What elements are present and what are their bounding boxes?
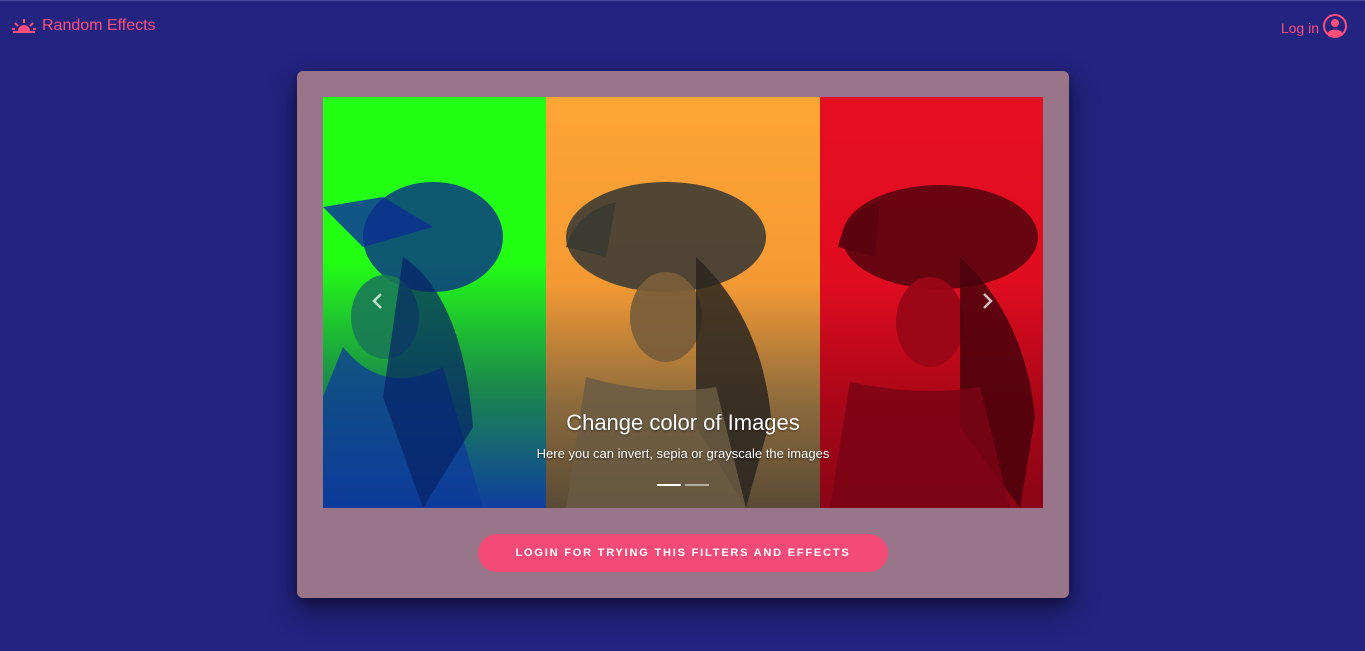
login-link[interactable]: Log in <box>1281 14 1347 41</box>
slide-caption-title: Change color of Images <box>566 410 800 435</box>
carousel-indicators <box>657 484 709 486</box>
image-carousel: Change color of Images Here you can inve… <box>323 97 1043 508</box>
sunrise-icon <box>12 18 36 34</box>
carousel-indicator-1[interactable] <box>657 484 681 486</box>
main-card: Change color of Images Here you can inve… <box>297 71 1069 598</box>
brand-label: Random Effects <box>42 17 156 34</box>
carousel-next-button[interactable] <box>978 291 998 315</box>
account-circle-icon <box>1323 14 1347 41</box>
top-navbar: Random Effects Log in <box>0 0 1365 50</box>
carousel-prev-button[interactable] <box>367 291 387 315</box>
chevron-right-icon <box>982 292 994 315</box>
login-cta-button[interactable]: LOGIN FOR TRYING THIS FILTERS AND EFFECT… <box>478 534 888 572</box>
slide-caption-subtitle: Here you can invert, sepia or grayscale … <box>536 446 830 461</box>
chevron-left-icon <box>371 292 383 315</box>
carousel-indicator-2[interactable] <box>685 484 709 486</box>
brand-link[interactable]: Random Effects <box>12 15 156 37</box>
login-label: Log in <box>1280 19 1319 36</box>
